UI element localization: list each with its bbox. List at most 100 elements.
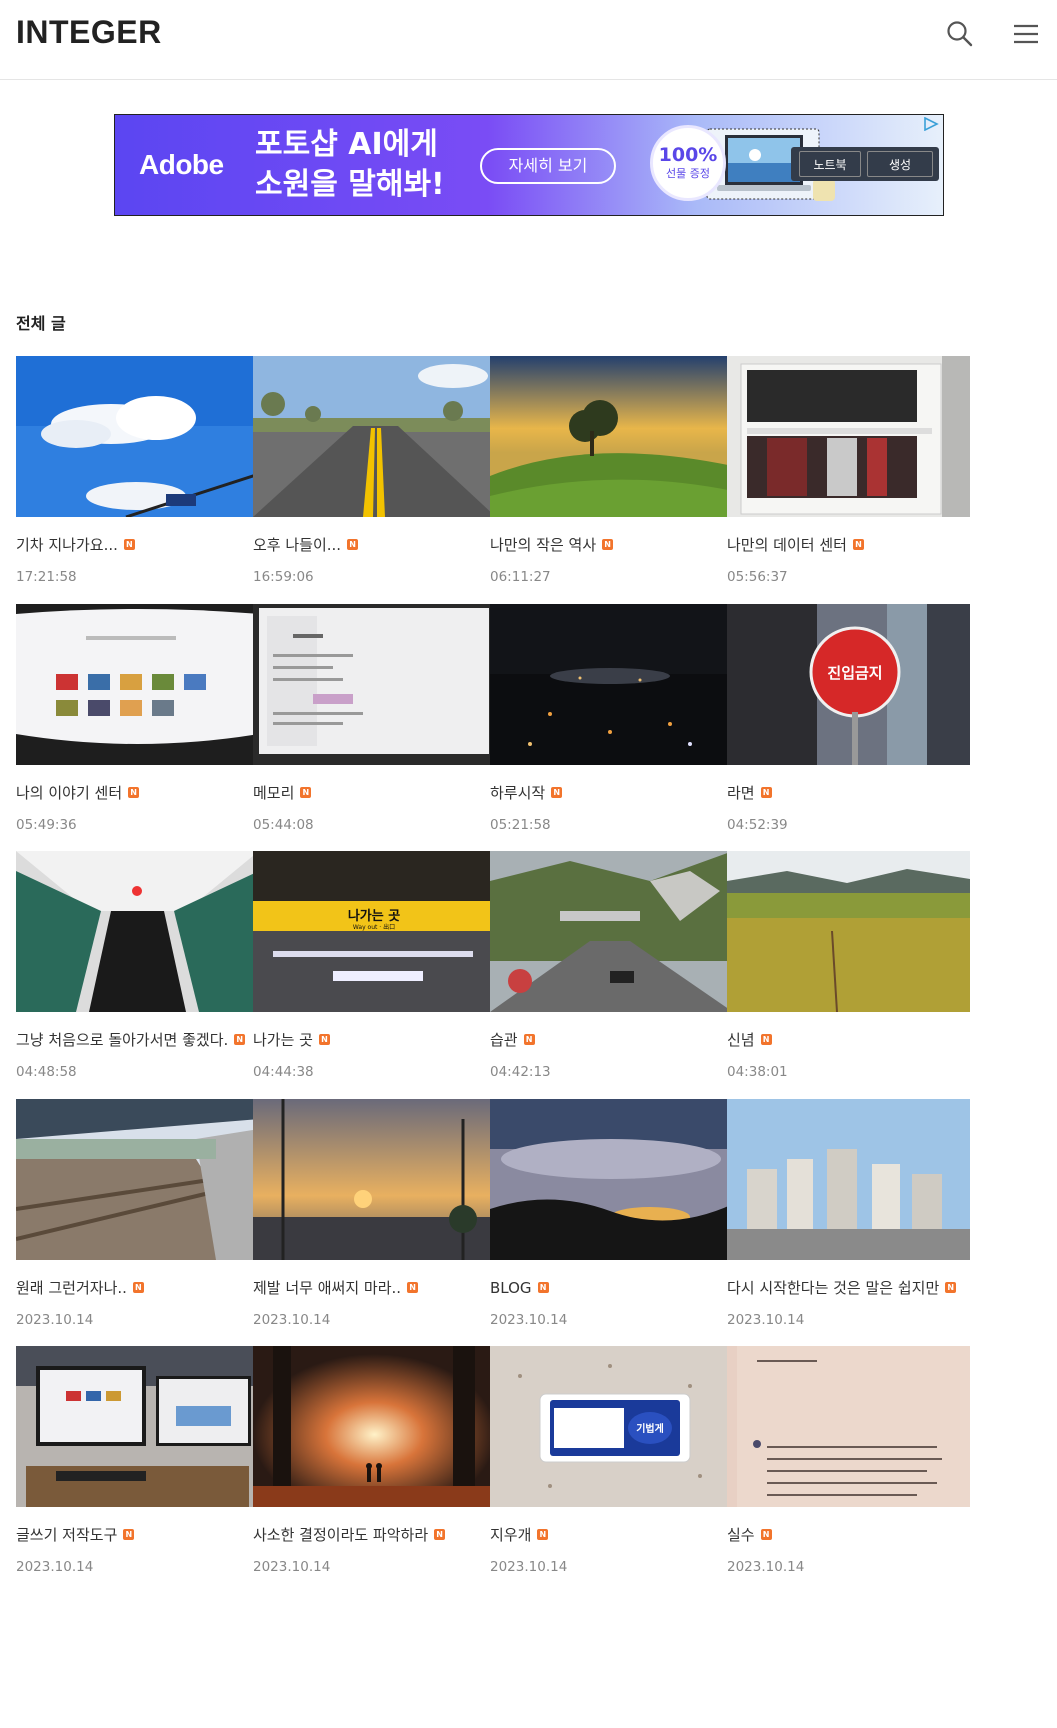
post-thumbnail[interactable]: 기법게 xyxy=(490,1346,733,1507)
post-title-text[interactable]: 사소한 결정이라도 파악하라 xyxy=(253,1526,428,1544)
post-card[interactable]: 신념 N 04:38:01 xyxy=(727,851,970,1091)
post-card[interactable]: 원래 그런거자나.. N 2023.10.14 xyxy=(16,1098,259,1339)
post-card[interactable]: 그냥 처음으로 돌아가서면 좋겠다. N 04:48:58 xyxy=(16,851,259,1091)
post-title-text[interactable]: 기차 지나가요... xyxy=(16,536,118,554)
search-icon[interactable] xyxy=(944,18,976,50)
post-thumbnail[interactable] xyxy=(490,851,733,1012)
post-title[interactable]: 다시 시작한다는 것은 말은 쉽지만 N xyxy=(727,1278,970,1298)
new-badge-icon: N xyxy=(128,786,140,798)
post-card[interactable]: 기차 지나가요... N 17:21:58 xyxy=(16,356,259,596)
post-thumbnail[interactable] xyxy=(727,851,970,1012)
post-title[interactable]: 원래 그런거자나.. N xyxy=(16,1278,259,1298)
new-badge-icon: N xyxy=(852,539,864,550)
post-time: 2023.10.14 xyxy=(253,1311,331,1328)
ad-generate-button[interactable]: 생성 xyxy=(867,151,933,177)
post-card[interactable]: 나의 이야기 센터 N 05:49:36 xyxy=(16,603,259,844)
post-thumbnail[interactable] xyxy=(16,356,259,517)
post-card[interactable]: 사소한 결정이라도 파악하라 N 2023.10.14 xyxy=(253,1346,496,1586)
site-logo[interactable]: INTEGER xyxy=(16,14,162,51)
post-time: 04:48:58 xyxy=(16,1064,77,1080)
post-title[interactable]: BLOG N xyxy=(490,1278,733,1298)
new-badge-icon: N xyxy=(123,539,135,550)
ad-cta-button[interactable]: 자세히 보기 xyxy=(480,148,616,184)
post-title-text[interactable]: 나의 이야기 센터 xyxy=(16,784,122,802)
post-thumbnail[interactable] xyxy=(727,356,970,517)
post-card[interactable]: 나만의 데이터 센터 N 05:56:37 xyxy=(727,356,970,596)
post-card[interactable]: 습관 N 04:42:13 xyxy=(490,851,733,1091)
post-card[interactable]: 오후 나들이... N 16:59:06 xyxy=(253,356,496,596)
post-title-text[interactable]: 그냥 처음으로 돌아가서면 좋겠다. xyxy=(16,1031,228,1049)
post-title-text[interactable]: 지우개 xyxy=(490,1526,531,1544)
post-title-text[interactable]: 실수 xyxy=(727,1526,755,1544)
post-title[interactable]: 오후 나들이... N xyxy=(253,535,496,555)
post-title[interactable]: 나만의 데이터 센터 N xyxy=(727,535,970,555)
post-thumbnail[interactable]: 나가는 곳 Way out · 出口 xyxy=(253,851,496,1012)
post-time: 2023.10.14 xyxy=(727,1559,805,1575)
post-thumbnail[interactable] xyxy=(490,603,733,765)
post-thumbnail[interactable] xyxy=(16,851,259,1012)
post-title[interactable]: 나의 이야기 센터 N xyxy=(16,783,259,803)
post-title-text[interactable]: 메모리 xyxy=(253,784,294,802)
post-title[interactable]: 하루시작 N xyxy=(490,783,733,803)
post-title-text[interactable]: 글쓰기 저작도구 xyxy=(16,1526,117,1544)
post-thumbnail[interactable]: 진입금지 xyxy=(727,603,970,765)
post-title-text[interactable]: 하루시작 xyxy=(490,784,545,802)
post-title-text[interactable]: 신념 xyxy=(727,1031,755,1049)
post-title[interactable]: 나가는 곳 N xyxy=(253,1030,496,1050)
post-title-text[interactable]: 습관 xyxy=(490,1031,518,1049)
post-thumbnail[interactable] xyxy=(16,603,259,765)
post-thumbnail[interactable] xyxy=(490,1098,733,1260)
post-time: 05:49:36 xyxy=(16,816,77,833)
post-card[interactable]: 나가는 곳 Way out · 出口 나가는 곳 N 04:44:38 xyxy=(253,851,496,1091)
adchoices-icon[interactable] xyxy=(923,117,939,131)
post-card[interactable]: 진입금지 라면 N 04:52:39 xyxy=(727,603,970,844)
post-card[interactable]: 메모리 N 05:44:08 xyxy=(253,603,496,844)
post-title-text[interactable]: 다시 시작한다는 것은 말은 쉽지만 xyxy=(727,1279,939,1297)
post-card[interactable]: 하루시작 N 05:21:58 xyxy=(490,603,733,844)
post-title-text[interactable]: 제발 너무 애써지 마라.. xyxy=(253,1279,401,1297)
new-badge-icon: N xyxy=(123,1529,135,1540)
post-title[interactable]: 글쓰기 저작도구 N xyxy=(16,1525,259,1545)
post-title-text[interactable]: 오후 나들이... xyxy=(253,536,341,554)
ad-laptop-button[interactable]: 노트북 xyxy=(799,151,861,177)
post-title-text[interactable]: 원래 그런거자나.. xyxy=(16,1279,127,1297)
new-badge-icon: N xyxy=(523,1034,535,1045)
post-time: 2023.10.14 xyxy=(16,1311,94,1328)
post-title[interactable]: 제발 너무 애써지 마라.. N xyxy=(253,1278,496,1298)
post-thumbnail[interactable] xyxy=(16,1098,259,1260)
post-title[interactable]: 기차 지나가요... N xyxy=(16,535,259,555)
post-card[interactable]: 제발 너무 애써지 마라.. N 2023.10.14 xyxy=(253,1098,496,1339)
post-title-text[interactable]: 나만의 작은 역사 xyxy=(490,536,596,554)
post-card[interactable]: 나만의 작은 역사 N 06:11:27 xyxy=(490,356,733,596)
post-title[interactable]: 나만의 작은 역사 N xyxy=(490,535,733,555)
ad-gift-badge: 100% 선물 증정 xyxy=(650,125,726,201)
post-title[interactable]: 지우개 N xyxy=(490,1525,733,1545)
post-title-text[interactable]: 나만의 데이터 센터 xyxy=(727,536,847,554)
post-title[interactable]: 메모리 N xyxy=(253,783,496,803)
post-title[interactable]: 사소한 결정이라도 파악하라 N xyxy=(253,1525,496,1545)
post-card[interactable]: 기법게 지우개 N 2023.10.14 xyxy=(490,1346,733,1586)
ad-banner[interactable]: Adobe 포토샵 AI에게 소원을 말해봐! 자세히 보기 100% 선물 증… xyxy=(114,114,944,216)
post-title[interactable]: 신념 N xyxy=(727,1030,970,1050)
post-card[interactable]: 실수 N 2023.10.14 xyxy=(727,1346,970,1586)
post-title-text[interactable]: 라면 xyxy=(727,784,755,802)
post-thumbnail[interactable] xyxy=(253,1346,496,1507)
post-card[interactable]: 다시 시작한다는 것은 말은 쉽지만 N 2023.10.14 xyxy=(727,1098,970,1339)
post-title[interactable]: 실수 N xyxy=(727,1525,970,1545)
hamburger-menu-icon[interactable] xyxy=(1010,18,1042,50)
post-thumbnail[interactable] xyxy=(490,356,733,517)
post-time: 05:56:37 xyxy=(727,569,788,585)
post-thumbnail[interactable] xyxy=(253,603,496,765)
post-thumbnail[interactable] xyxy=(727,1098,970,1260)
post-thumbnail[interactable] xyxy=(16,1346,259,1507)
post-thumbnail[interactable] xyxy=(253,1098,496,1260)
post-card[interactable]: 글쓰기 저작도구 N 2023.10.14 xyxy=(16,1346,259,1586)
post-title-text[interactable]: 나가는 곳 xyxy=(253,1031,313,1049)
post-title[interactable]: 라면 N xyxy=(727,783,970,803)
post-thumbnail[interactable] xyxy=(727,1346,970,1507)
post-title[interactable]: 습관 N xyxy=(490,1030,733,1050)
post-title[interactable]: 그냥 처음으로 돌아가서면 좋겠다. N xyxy=(16,1030,259,1050)
post-card[interactable]: BLOG N 2023.10.14 xyxy=(490,1098,733,1339)
post-thumbnail[interactable] xyxy=(253,356,496,517)
post-title-text[interactable]: BLOG xyxy=(490,1279,532,1297)
